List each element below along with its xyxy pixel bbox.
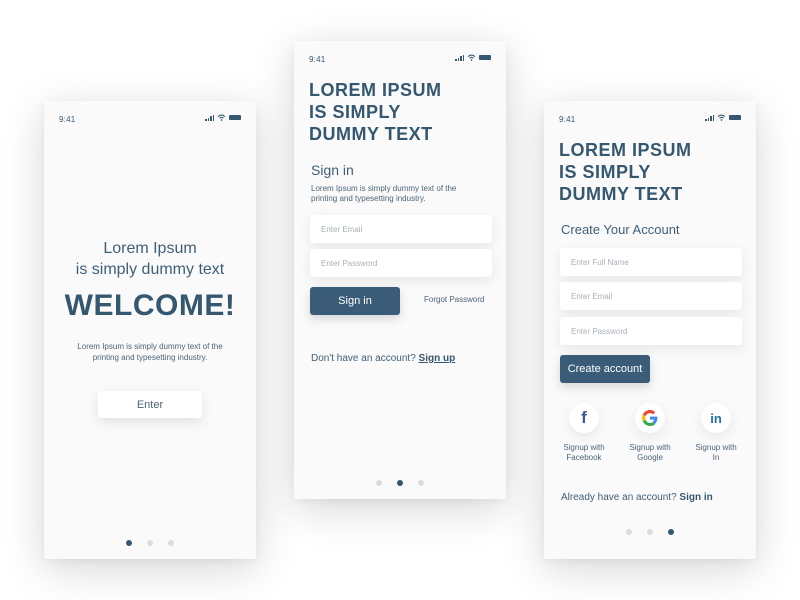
wifi-icon: [717, 114, 726, 121]
signal-icon: [455, 54, 464, 61]
page-dot-2[interactable]: [397, 480, 403, 486]
welcome-screen: 9:41 Lorem Ipsum is simply dummy text WE…: [44, 101, 256, 559]
battery-icon: [229, 115, 241, 120]
page-dot-1[interactable]: [626, 529, 632, 535]
google-signup-button[interactable]: Signup with Google: [620, 403, 680, 463]
signup-screen: 9:41 LOREM IPSUM IS SIMPLY DUMMY TEXT Cr…: [544, 101, 756, 559]
enter-button[interactable]: Enter: [98, 391, 202, 418]
signal-icon: [205, 114, 214, 121]
page-indicator: [544, 529, 756, 535]
page-dot-2[interactable]: [147, 540, 153, 546]
status-bar: 9:41: [44, 101, 256, 137]
headline: LOREM IPSUM IS SIMPLY DUMMY TEXT: [559, 140, 692, 204]
page-indicator: [294, 480, 506, 486]
email-input[interactable]: [560, 282, 742, 310]
battery-icon: [479, 55, 491, 60]
wifi-icon: [467, 54, 476, 61]
status-time: 9:41: [559, 115, 576, 124]
page-dot-1[interactable]: [126, 540, 132, 546]
create-account-button[interactable]: Create account: [560, 355, 650, 383]
fullname-input[interactable]: [560, 248, 742, 276]
signin-prompt: Already have an account? Sign in: [561, 492, 713, 503]
page-dot-3[interactable]: [168, 540, 174, 546]
facebook-signup-button[interactable]: f Signup with Facebook: [554, 403, 614, 463]
page-indicator: [44, 540, 256, 546]
page-dot-3[interactable]: [418, 480, 424, 486]
headline: LOREM IPSUM IS SIMPLY DUMMY TEXT: [309, 80, 442, 144]
google-icon: [642, 410, 658, 426]
status-time: 9:41: [309, 55, 326, 64]
page-dot-1[interactable]: [376, 480, 382, 486]
welcome-description: Lorem Ipsum is simply dummy text of the …: [77, 342, 223, 362]
create-account-title: Create Your Account: [561, 222, 680, 237]
status-bar: 9:41: [544, 101, 756, 137]
signin-screen: 9:41 LOREM IPSUM IS SIMPLY DUMMY TEXT Si…: [294, 41, 506, 499]
facebook-icon: f: [581, 408, 587, 427]
page-dot-2[interactable]: [647, 529, 653, 535]
welcome-title: WELCOME!: [64, 289, 236, 322]
password-input[interactable]: [560, 317, 742, 345]
linkedin-icon: in: [710, 410, 722, 426]
welcome-subtitle: Lorem Ipsum is simply dummy text: [75, 240, 225, 278]
signup-link[interactable]: Sign up: [419, 353, 456, 364]
signal-icon: [705, 114, 714, 121]
status-time: 9:41: [59, 115, 76, 124]
signin-button[interactable]: Sign in: [310, 287, 400, 315]
signup-prompt: Don't have an account? Sign up: [311, 353, 456, 364]
status-bar: 9:41: [294, 41, 506, 77]
password-input[interactable]: [310, 249, 492, 277]
signin-description: Lorem Ipsum is simply dummy text of the …: [311, 184, 457, 203]
email-input[interactable]: [310, 215, 492, 243]
signin-title: Sign in: [311, 162, 354, 178]
wifi-icon: [217, 114, 226, 121]
signin-link[interactable]: Sign in: [679, 492, 712, 503]
forgot-password-link[interactable]: Forgot Password: [424, 295, 484, 304]
page-dot-3[interactable]: [668, 529, 674, 535]
linkedin-signup-button[interactable]: in Signup with In: [686, 403, 746, 463]
battery-icon: [729, 115, 741, 120]
